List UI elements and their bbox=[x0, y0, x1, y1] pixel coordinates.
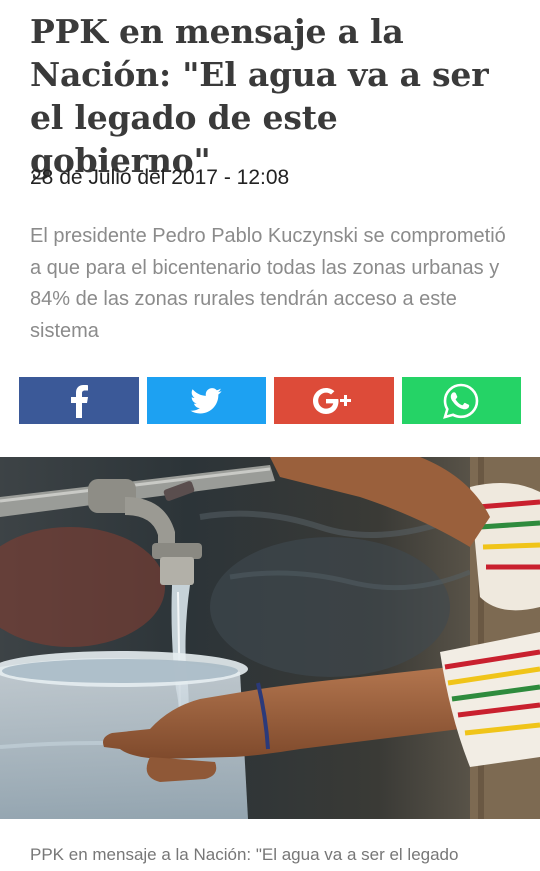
article-headline: PPK en mensaje a la Nación: "El agua va … bbox=[30, 12, 489, 180]
twitter-icon bbox=[190, 387, 222, 413]
article-photo bbox=[0, 457, 540, 819]
twitter-share-button[interactable] bbox=[146, 377, 266, 424]
facebook-icon bbox=[70, 384, 88, 418]
google-plus-share-button[interactable] bbox=[274, 377, 394, 424]
article-summary: El presidente Pedro Pablo Kuczynski se c… bbox=[30, 225, 506, 342]
google-plus-icon bbox=[312, 387, 351, 414]
whatsapp-icon bbox=[443, 383, 479, 419]
photo-caption: PPK en mensaje a la Nación: "El agua va … bbox=[30, 845, 459, 864]
facebook-share-button[interactable] bbox=[19, 377, 139, 424]
share-bar bbox=[19, 377, 521, 424]
article-date: 28 de Julio del 2017 - 12:08 bbox=[30, 166, 290, 189]
whatsapp-share-button[interactable] bbox=[401, 377, 521, 424]
water-tap-bucket-illustration bbox=[0, 457, 540, 819]
